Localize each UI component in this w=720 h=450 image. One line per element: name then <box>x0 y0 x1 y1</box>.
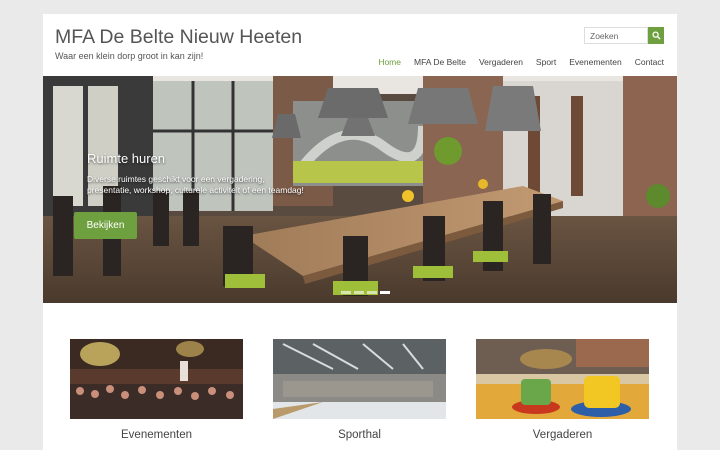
nav-item-mfa-de-belte[interactable]: MFA De Belte <box>414 57 466 67</box>
main-navigation: Home MFA De Belte Vergaderen Sport Evene… <box>365 57 664 67</box>
feature-image-coffee-cups[interactable] <box>476 339 649 419</box>
slider-dot[interactable] <box>341 291 351 294</box>
nav-item-evenementen[interactable]: Evenementen <box>569 57 621 67</box>
feature-vergaderen: Vergaderen <box>476 339 649 441</box>
page-container: MFA De Belte Nieuw Heeten Waar een klein… <box>43 14 677 450</box>
slide-view-button[interactable]: Bekijken <box>74 212 137 239</box>
search-button[interactable] <box>648 27 664 44</box>
search-icon <box>651 31 661 40</box>
slider-dot-active[interactable] <box>380 291 390 294</box>
feature-image-concert[interactable] <box>70 339 243 419</box>
feature-evenementen: Evenementen <box>70 339 243 441</box>
slide-description: Diverse ruimtes geschikt voor een vergad… <box>87 174 304 195</box>
slider-pagination <box>341 291 390 294</box>
feature-sporthal: Sporthal <box>273 339 446 441</box>
slider-dot[interactable] <box>354 291 364 294</box>
hero-slider[interactable]: Ruimte huren Diverse ruimtes geschikt vo… <box>43 76 677 303</box>
nav-item-home[interactable]: Home <box>378 57 401 67</box>
site-title[interactable]: MFA De Belte Nieuw Heeten <box>55 26 302 49</box>
slider-dot[interactable] <box>367 291 377 294</box>
nav-item-contact[interactable]: Contact <box>635 57 664 67</box>
search-input[interactable] <box>584 27 648 44</box>
nav-item-sport[interactable]: Sport <box>536 57 556 67</box>
feature-title[interactable]: Sporthal <box>273 429 446 441</box>
feature-title[interactable]: Vergaderen <box>476 429 649 441</box>
feature-image-sports-hall[interactable] <box>273 339 446 419</box>
slide-title: Ruimte huren <box>87 151 166 166</box>
nav-item-vergaderen[interactable]: Vergaderen <box>479 57 523 67</box>
feature-title[interactable]: Evenementen <box>70 429 243 441</box>
search-form <box>584 27 664 44</box>
site-tagline: Waar een klein dorp groot in kan zijn! <box>55 51 204 61</box>
